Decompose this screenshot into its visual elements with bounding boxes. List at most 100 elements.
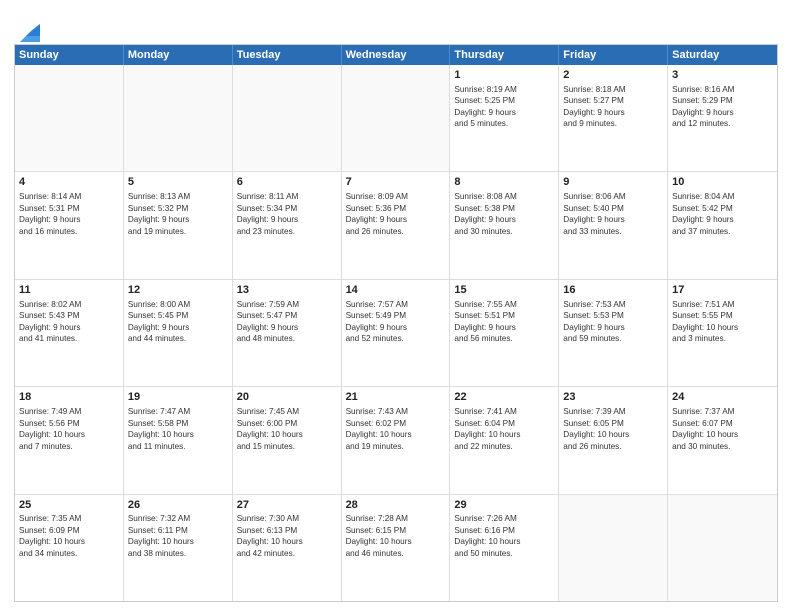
calendar-cell: 5Sunrise: 8:13 AMSunset: 5:32 PMDaylight… <box>124 172 233 278</box>
day-number: 8 <box>454 175 554 190</box>
day-number: 10 <box>672 175 773 190</box>
calendar-cell <box>559 495 668 601</box>
day-number: 16 <box>563 283 663 298</box>
calendar-cell: 11Sunrise: 8:02 AMSunset: 5:43 PMDayligh… <box>15 280 124 386</box>
calendar-cell: 9Sunrise: 8:06 AMSunset: 5:40 PMDaylight… <box>559 172 668 278</box>
day-number: 1 <box>454 68 554 83</box>
calendar-header-cell: Friday <box>559 45 668 65</box>
calendar-cell: 3Sunrise: 8:16 AMSunset: 5:29 PMDaylight… <box>668 65 777 171</box>
calendar-header-cell: Tuesday <box>233 45 342 65</box>
calendar-cell: 4Sunrise: 8:14 AMSunset: 5:31 PMDaylight… <box>15 172 124 278</box>
cell-content: Sunrise: 7:35 AMSunset: 6:09 PMDaylight:… <box>19 513 119 559</box>
calendar: SundayMondayTuesdayWednesdayThursdayFrid… <box>14 44 778 602</box>
calendar-row: 1Sunrise: 8:19 AMSunset: 5:25 PMDaylight… <box>15 65 777 172</box>
cell-content: Sunrise: 7:49 AMSunset: 5:56 PMDaylight:… <box>19 406 119 452</box>
calendar-cell: 21Sunrise: 7:43 AMSunset: 6:02 PMDayligh… <box>342 387 451 493</box>
day-number: 26 <box>128 498 228 513</box>
calendar-cell <box>15 65 124 171</box>
calendar-cell <box>668 495 777 601</box>
calendar-row: 25Sunrise: 7:35 AMSunset: 6:09 PMDayligh… <box>15 495 777 601</box>
cell-content: Sunrise: 8:04 AMSunset: 5:42 PMDaylight:… <box>672 191 773 237</box>
calendar-header-cell: Monday <box>124 45 233 65</box>
day-number: 22 <box>454 390 554 405</box>
day-number: 18 <box>19 390 119 405</box>
calendar-cell: 20Sunrise: 7:45 AMSunset: 6:00 PMDayligh… <box>233 387 342 493</box>
calendar-cell <box>233 65 342 171</box>
cell-content: Sunrise: 7:55 AMSunset: 5:51 PMDaylight:… <box>454 299 554 345</box>
cell-content: Sunrise: 8:19 AMSunset: 5:25 PMDaylight:… <box>454 84 554 130</box>
cell-content: Sunrise: 7:45 AMSunset: 6:00 PMDaylight:… <box>237 406 337 452</box>
day-number: 24 <box>672 390 773 405</box>
calendar-header-cell: Saturday <box>668 45 777 65</box>
day-number: 20 <box>237 390 337 405</box>
calendar-cell: 6Sunrise: 8:11 AMSunset: 5:34 PMDaylight… <box>233 172 342 278</box>
calendar-header-cell: Sunday <box>15 45 124 65</box>
cell-content: Sunrise: 7:26 AMSunset: 6:16 PMDaylight:… <box>454 513 554 559</box>
calendar-cell <box>342 65 451 171</box>
calendar-header-cell: Wednesday <box>342 45 451 65</box>
cell-content: Sunrise: 8:00 AMSunset: 5:45 PMDaylight:… <box>128 299 228 345</box>
day-number: 13 <box>237 283 337 298</box>
cell-content: Sunrise: 8:06 AMSunset: 5:40 PMDaylight:… <box>563 191 663 237</box>
header <box>14 10 778 42</box>
calendar-row: 11Sunrise: 8:02 AMSunset: 5:43 PMDayligh… <box>15 280 777 387</box>
cell-content: Sunrise: 8:09 AMSunset: 5:36 PMDaylight:… <box>346 191 446 237</box>
day-number: 5 <box>128 175 228 190</box>
cell-content: Sunrise: 8:18 AMSunset: 5:27 PMDaylight:… <box>563 84 663 130</box>
calendar-cell: 2Sunrise: 8:18 AMSunset: 5:27 PMDaylight… <box>559 65 668 171</box>
calendar-cell: 19Sunrise: 7:47 AMSunset: 5:58 PMDayligh… <box>124 387 233 493</box>
calendar-row: 4Sunrise: 8:14 AMSunset: 5:31 PMDaylight… <box>15 172 777 279</box>
cell-content: Sunrise: 7:30 AMSunset: 6:13 PMDaylight:… <box>237 513 337 559</box>
logo <box>14 14 40 42</box>
calendar-cell: 16Sunrise: 7:53 AMSunset: 5:53 PMDayligh… <box>559 280 668 386</box>
day-number: 4 <box>19 175 119 190</box>
cell-content: Sunrise: 7:41 AMSunset: 6:04 PMDaylight:… <box>454 406 554 452</box>
calendar-cell: 25Sunrise: 7:35 AMSunset: 6:09 PMDayligh… <box>15 495 124 601</box>
cell-content: Sunrise: 8:14 AMSunset: 5:31 PMDaylight:… <box>19 191 119 237</box>
cell-content: Sunrise: 7:39 AMSunset: 6:05 PMDaylight:… <box>563 406 663 452</box>
day-number: 11 <box>19 283 119 298</box>
day-number: 14 <box>346 283 446 298</box>
calendar-cell: 27Sunrise: 7:30 AMSunset: 6:13 PMDayligh… <box>233 495 342 601</box>
day-number: 15 <box>454 283 554 298</box>
calendar-cell: 26Sunrise: 7:32 AMSunset: 6:11 PMDayligh… <box>124 495 233 601</box>
calendar-row: 18Sunrise: 7:49 AMSunset: 5:56 PMDayligh… <box>15 387 777 494</box>
day-number: 21 <box>346 390 446 405</box>
cell-content: Sunrise: 7:32 AMSunset: 6:11 PMDaylight:… <box>128 513 228 559</box>
calendar-cell: 15Sunrise: 7:55 AMSunset: 5:51 PMDayligh… <box>450 280 559 386</box>
cell-content: Sunrise: 7:47 AMSunset: 5:58 PMDaylight:… <box>128 406 228 452</box>
calendar-header-cell: Thursday <box>450 45 559 65</box>
day-number: 6 <box>237 175 337 190</box>
calendar-cell: 17Sunrise: 7:51 AMSunset: 5:55 PMDayligh… <box>668 280 777 386</box>
calendar-cell: 1Sunrise: 8:19 AMSunset: 5:25 PMDaylight… <box>450 65 559 171</box>
day-number: 12 <box>128 283 228 298</box>
cell-content: Sunrise: 7:57 AMSunset: 5:49 PMDaylight:… <box>346 299 446 345</box>
calendar-cell: 10Sunrise: 8:04 AMSunset: 5:42 PMDayligh… <box>668 172 777 278</box>
cell-content: Sunrise: 8:02 AMSunset: 5:43 PMDaylight:… <box>19 299 119 345</box>
day-number: 7 <box>346 175 446 190</box>
day-number: 29 <box>454 498 554 513</box>
day-number: 23 <box>563 390 663 405</box>
cell-content: Sunrise: 8:11 AMSunset: 5:34 PMDaylight:… <box>237 191 337 237</box>
calendar-cell: 12Sunrise: 8:00 AMSunset: 5:45 PMDayligh… <box>124 280 233 386</box>
calendar-cell: 18Sunrise: 7:49 AMSunset: 5:56 PMDayligh… <box>15 387 124 493</box>
logo-icon <box>18 14 40 42</box>
calendar-cell: 13Sunrise: 7:59 AMSunset: 5:47 PMDayligh… <box>233 280 342 386</box>
calendar-cell: 8Sunrise: 8:08 AMSunset: 5:38 PMDaylight… <box>450 172 559 278</box>
calendar-cell: 7Sunrise: 8:09 AMSunset: 5:36 PMDaylight… <box>342 172 451 278</box>
page: SundayMondayTuesdayWednesdayThursdayFrid… <box>0 0 792 612</box>
cell-content: Sunrise: 7:59 AMSunset: 5:47 PMDaylight:… <box>237 299 337 345</box>
cell-content: Sunrise: 8:13 AMSunset: 5:32 PMDaylight:… <box>128 191 228 237</box>
calendar-cell <box>124 65 233 171</box>
cell-content: Sunrise: 7:37 AMSunset: 6:07 PMDaylight:… <box>672 406 773 452</box>
calendar-cell: 14Sunrise: 7:57 AMSunset: 5:49 PMDayligh… <box>342 280 451 386</box>
calendar-cell: 29Sunrise: 7:26 AMSunset: 6:16 PMDayligh… <box>450 495 559 601</box>
cell-content: Sunrise: 7:51 AMSunset: 5:55 PMDaylight:… <box>672 299 773 345</box>
calendar-cell: 24Sunrise: 7:37 AMSunset: 6:07 PMDayligh… <box>668 387 777 493</box>
day-number: 27 <box>237 498 337 513</box>
cell-content: Sunrise: 7:43 AMSunset: 6:02 PMDaylight:… <box>346 406 446 452</box>
day-number: 19 <box>128 390 228 405</box>
calendar-cell: 28Sunrise: 7:28 AMSunset: 6:15 PMDayligh… <box>342 495 451 601</box>
calendar-cell: 23Sunrise: 7:39 AMSunset: 6:05 PMDayligh… <box>559 387 668 493</box>
day-number: 2 <box>563 68 663 83</box>
